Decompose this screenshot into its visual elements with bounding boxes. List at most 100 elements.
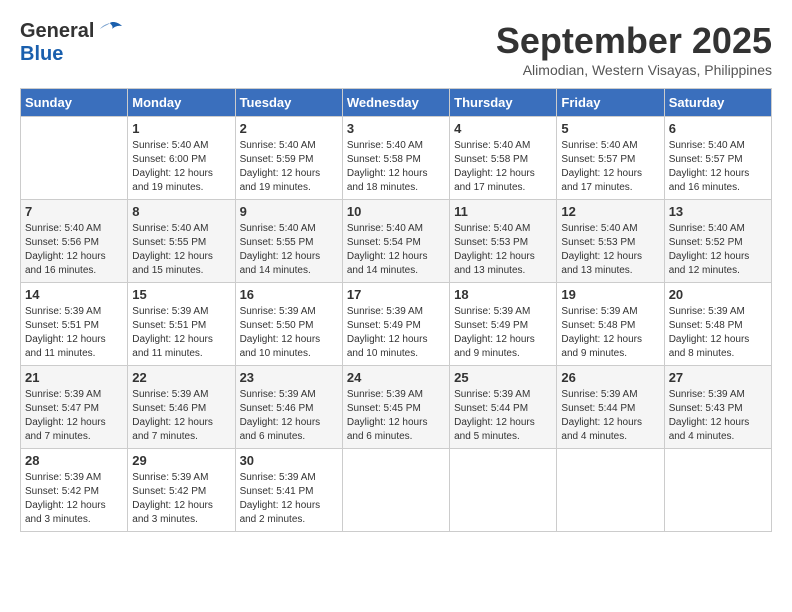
day-info: Sunrise: 5:39 AMSunset: 5:41 PMDaylight:… [240,471,338,527]
day-number: 10 [347,204,445,219]
day-number: 9 [240,204,338,219]
logo-blue-text: Blue [20,43,63,65]
calendar-cell [557,449,664,532]
day-number: 4 [454,121,552,136]
day-number: 23 [240,370,338,385]
day-info: Sunrise: 5:40 AMSunset: 5:55 PMDaylight:… [132,222,230,278]
calendar-table: Sunday Monday Tuesday Wednesday Thursday… [20,88,772,532]
day-info: Sunrise: 5:39 AMSunset: 5:42 PMDaylight:… [132,471,230,527]
calendar-cell: 29 Sunrise: 5:39 AMSunset: 5:42 PMDayligh… [128,449,235,532]
day-number: 2 [240,121,338,136]
day-number: 24 [347,370,445,385]
calendar-cell: 8 Sunrise: 5:40 AMSunset: 5:55 PMDaylight… [128,200,235,283]
calendar-cell: 23 Sunrise: 5:39 AMSunset: 5:46 PMDayligh… [235,366,342,449]
subtitle: Alimodian, Western Visayas, Philippines [496,62,772,78]
calendar-cell: 14 Sunrise: 5:39 AMSunset: 5:51 PMDayligh… [21,283,128,366]
logo-block: General Blue [20,20,124,66]
day-info: Sunrise: 5:40 AMSunset: 6:00 PMDaylight:… [132,139,230,195]
day-info: Sunrise: 5:40 AMSunset: 5:52 PMDaylight:… [669,222,767,278]
day-number: 5 [561,121,659,136]
day-number: 6 [669,121,767,136]
calendar-cell: 18Sunrise: 5:39 AMSunset: 5:49 PMDayligh… [450,283,557,366]
day-number: 22 [132,370,230,385]
day-number: 21 [25,370,123,385]
calendar-cell: 20Sunrise: 5:39 AMSunset: 5:48 PMDayligh… [664,283,771,366]
day-number: 7 [25,204,123,219]
week-row-5: 28 Sunrise: 5:39 AMSunset: 5:42 PMDayligh… [21,449,772,532]
day-info: Sunrise: 5:39 AMSunset: 5:45 PMDaylight:… [347,388,445,444]
day-number: 17 [347,287,445,302]
col-wednesday: Wednesday [342,89,449,117]
week-row-3: 14 Sunrise: 5:39 AMSunset: 5:51 PMDayligh… [21,283,772,366]
col-thursday: Thursday [450,89,557,117]
logo: General Blue [20,20,124,66]
day-info: Sunrise: 5:40 AMSunset: 5:57 PMDaylight:… [669,139,767,195]
calendar-cell: 30 Sunrise: 5:39 AMSunset: 5:41 PMDayligh… [235,449,342,532]
day-info: Sunrise: 5:39 AMSunset: 5:51 PMDaylight:… [25,305,123,361]
calendar-cell [21,117,128,200]
calendar-cell: 6 Sunrise: 5:40 AMSunset: 5:57 PMDaylight… [664,117,771,200]
day-number: 3 [347,121,445,136]
day-number: 13 [669,204,767,219]
day-number: 30 [240,453,338,468]
day-info: Sunrise: 5:39 AMSunset: 5:50 PMDaylight:… [240,305,338,361]
day-info: Sunrise: 5:40 AMSunset: 5:57 PMDaylight:… [561,139,659,195]
calendar-cell [342,449,449,532]
calendar-cell: 9Sunrise: 5:40 AMSunset: 5:55 PMDaylight… [235,200,342,283]
day-number: 1 [132,121,230,136]
day-number: 15 [132,287,230,302]
calendar-header-row: Sunday Monday Tuesday Wednesday Thursday… [21,89,772,117]
day-info: Sunrise: 5:40 AMSunset: 5:59 PMDaylight:… [240,139,338,195]
col-monday: Monday [128,89,235,117]
page-header: General Blue September 2025 Alimodian, W… [20,20,772,78]
week-row-2: 7Sunrise: 5:40 AMSunset: 5:56 PMDaylight… [21,200,772,283]
day-info: Sunrise: 5:39 AMSunset: 5:44 PMDaylight:… [561,388,659,444]
calendar-cell [450,449,557,532]
day-number: 12 [561,204,659,219]
logo-general-text: General [20,20,94,43]
month-title: September 2025 [496,20,772,62]
calendar-cell: 28 Sunrise: 5:39 AMSunset: 5:42 PMDayligh… [21,449,128,532]
calendar-cell: 13 Sunrise: 5:40 AMSunset: 5:52 PMDayligh… [664,200,771,283]
day-info: Sunrise: 5:40 AMSunset: 5:53 PMDaylight:… [454,222,552,278]
col-friday: Friday [557,89,664,117]
calendar-cell: 22 Sunrise: 5:39 AMSunset: 5:46 PMDayligh… [128,366,235,449]
day-number: 20 [669,287,767,302]
calendar-cell: 16Sunrise: 5:39 AMSunset: 5:50 PMDayligh… [235,283,342,366]
calendar-cell: 3 Sunrise: 5:40 AMSunset: 5:58 PMDaylight… [342,117,449,200]
day-info: Sunrise: 5:40 AMSunset: 5:58 PMDaylight:… [454,139,552,195]
day-info: Sunrise: 5:39 AMSunset: 5:46 PMDaylight:… [132,388,230,444]
calendar-cell: 27 Sunrise: 5:39 AMSunset: 5:43 PMDayligh… [664,366,771,449]
day-number: 19 [561,287,659,302]
day-info: Sunrise: 5:39 AMSunset: 5:42 PMDaylight:… [25,471,123,527]
day-info: Sunrise: 5:39 AMSunset: 5:49 PMDaylight:… [454,305,552,361]
day-info: Sunrise: 5:39 AMSunset: 5:46 PMDaylight:… [240,388,338,444]
day-info: Sunrise: 5:40 AMSunset: 5:58 PMDaylight:… [347,139,445,195]
calendar-cell: 11 Sunrise: 5:40 AMSunset: 5:53 PMDayligh… [450,200,557,283]
calendar-cell: 5 Sunrise: 5:40 AMSunset: 5:57 PMDaylight… [557,117,664,200]
day-info: Sunrise: 5:39 AMSunset: 5:43 PMDaylight:… [669,388,767,444]
logo-bird-icon [96,21,124,43]
day-number: 29 [132,453,230,468]
week-row-1: 1 Sunrise: 5:40 AMSunset: 6:00 PMDaylight… [21,117,772,200]
day-number: 14 [25,287,123,302]
day-number: 8 [132,204,230,219]
day-info: Sunrise: 5:39 AMSunset: 5:48 PMDaylight:… [561,305,659,361]
day-number: 28 [25,453,123,468]
calendar-cell: 17 Sunrise: 5:39 AMSunset: 5:49 PMDayligh… [342,283,449,366]
calendar-cell: 2 Sunrise: 5:40 AMSunset: 5:59 PMDaylight… [235,117,342,200]
day-info: Sunrise: 5:40 AMSunset: 5:54 PMDaylight:… [347,222,445,278]
day-info: Sunrise: 5:39 AMSunset: 5:49 PMDaylight:… [347,305,445,361]
day-number: 27 [669,370,767,385]
col-tuesday: Tuesday [235,89,342,117]
calendar-cell: 24 Sunrise: 5:39 AMSunset: 5:45 PMDayligh… [342,366,449,449]
week-row-4: 21Sunrise: 5:39 AMSunset: 5:47 PMDayligh… [21,366,772,449]
day-number: 11 [454,204,552,219]
calendar-cell: 25 Sunrise: 5:39 AMSunset: 5:44 PMDayligh… [450,366,557,449]
col-saturday: Saturday [664,89,771,117]
day-info: Sunrise: 5:40 AMSunset: 5:53 PMDaylight:… [561,222,659,278]
calendar-cell: 15Sunrise: 5:39 AMSunset: 5:51 PMDayligh… [128,283,235,366]
col-sunday: Sunday [21,89,128,117]
day-info: Sunrise: 5:39 AMSunset: 5:44 PMDaylight:… [454,388,552,444]
day-number: 25 [454,370,552,385]
